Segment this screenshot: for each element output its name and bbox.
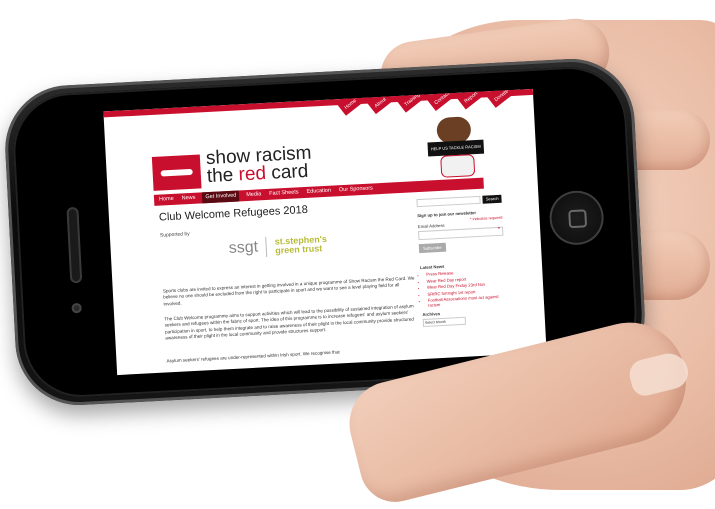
sponsor-logos: ssgt st.stephen's green trust [228,234,327,259]
nav-education[interactable]: Education [305,186,332,198]
mascot-dog: HELP US TACKLE RACISM [426,116,485,179]
red-card-logo-icon[interactable] [151,154,202,191]
archives-select[interactable]: Select Month [422,316,467,327]
st-stephens-logo: st.stephen's green trust [274,233,328,256]
nav-our-sponsors[interactable]: Our Sponsors [338,183,374,196]
search-row: Search [416,194,502,208]
nav-media[interactable]: Media [245,189,263,201]
nav-get-involved[interactable]: Get Involved [202,190,240,204]
site-logo-text[interactable]: show racism the red card [205,143,313,188]
body-paragraph-1: Sports clubs are invited to express an i… [162,275,415,307]
supported-by-label: Supported by [159,231,190,239]
logo-line-2: the red card [206,160,309,188]
nav-home[interactable]: Home [158,194,175,206]
mascot-banner: HELP US TACKLE RACISM [427,139,485,157]
subscribe-button[interactable]: Subscribe [418,242,446,254]
ssgt-logo: ssgt [228,238,259,258]
latest-news-list: Press Release Wear Red Day report Wear R… [420,268,507,308]
sidebar: Search Sign up to join our newsletter * … [416,194,508,327]
phone-screen: Home About Training Contact Report Donat… [103,88,547,376]
home-square-icon [568,209,588,229]
nav-news[interactable]: News [180,193,196,205]
search-button[interactable]: Search [482,194,502,204]
sponsor-divider [265,237,268,258]
top-nav-donate[interactable]: Donate [486,88,518,108]
search-input[interactable] [416,195,482,208]
email-field[interactable] [418,226,504,241]
body-paragraph-2: The Club Welcome programme aims to suppo… [164,303,415,341]
mascot-body [440,154,476,178]
archives-heading: Archives [422,311,441,318]
page-title: Club Welcome Refugees 2018 [158,203,309,224]
nav-fact-sheets[interactable]: Fact Sheets [268,187,300,200]
news-link[interactable]: Football Associations must act against r… [428,294,507,308]
